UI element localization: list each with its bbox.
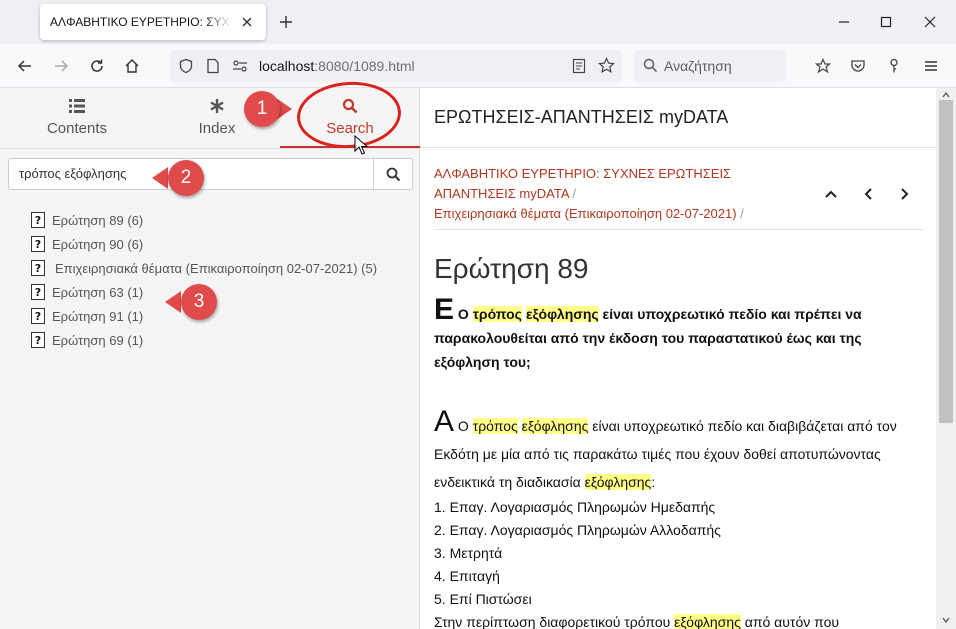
search-result-label: Ερώτηση 90 (6) [52,236,144,252]
search-icon [386,167,400,181]
previous-topic-icon[interactable] [858,184,878,204]
new-tab-icon[interactable] [276,12,296,32]
help-topic-icon: ? [31,308,45,324]
url-host: localhost [259,58,315,74]
answer-text: από αυτόν που [740,614,840,629]
next-topic-icon[interactable] [895,184,915,204]
answer-text: : [651,474,656,490]
close-window-icon[interactable] [920,12,940,32]
close-tab-icon[interactable] [238,13,256,31]
breadcrumb-link[interactable]: ΑΛΦΑΒΗΤΙΚΟ ΕΥΡΕΤΗΡΙΟ: ΣΥΧΝΕΣ ΕΡΩΤΗΣΕΙΣ [434,166,731,181]
help-topic-icon: ? [31,332,45,348]
help-topic-icon: ? [31,212,45,228]
shield-icon[interactable] [178,58,194,79]
breadcrumb-link[interactable]: ΑΠΑΝΤΗΣΕΙΣ myDATA [434,186,569,201]
answer-list-item: 1. Επαγ. Λογαριασμός Πληρωμών Ημεδαπής [434,499,716,515]
search-result[interactable]: ? Επιχειρησιακά θέματα (Επικαιροποίηση 02… [31,256,377,280]
topic-header-title: ΕΡΩΤΗΣΕΙΣ-ΑΠΑΝΤΗΣΕΙΣ myDATA [434,107,729,127]
scroll-down-icon[interactable] [941,615,951,625]
question-text: Ο [454,306,473,322]
browser-tab-bar: ΑΛΦΑΒΗΤΙΚΟ ΕΥΡΕΤΗΡΙΟ: ΣΥΧΝΕΣ ΕΡΩΤΗΣΕΙΣ [0,0,956,44]
url-text[interactable]: localhost:8080/1089.html [259,58,415,74]
help-search-button[interactable] [373,159,412,189]
scroll-up-icon[interactable] [941,90,951,100]
search-result-label: Επιχειρησιακά θέματα (Επικαιροποίηση 02-… [55,260,378,276]
callout-2: 2 [168,160,204,196]
search-result-label: Ερώτηση 91 (1) [52,308,144,324]
forward-icon[interactable] [49,54,73,78]
permissions-icon[interactable] [232,58,248,79]
content-scrollbar[interactable] [936,88,956,629]
breadcrumb: ΑΛΦΑΒΗΤΙΚΟ ΕΥΡΕΤΗΡΙΟ: ΣΥΧΝΕΣ ΕΡΩΤΗΣΕΙΣ Α… [434,164,814,224]
topic-header: ΕΡΩΤΗΣΕΙΣ-ΑΠΑΝΤΗΣΕΙΣ myDATA [420,88,936,148]
breadcrumb-separator: / [572,186,577,201]
home-icon[interactable] [120,54,144,78]
browser-tab[interactable]: ΑΛΦΑΒΗΤΙΚΟ ΕΥΡΕΤΗΡΙΟ: ΣΥΧΝΕΣ ΕΡΩΤΗΣΕΙΣ [40,4,266,40]
bookmark-star-icon[interactable] [598,57,615,79]
url-bar[interactable]: localhost:8080/1089.html [170,50,622,82]
pocket-icon[interactable] [846,54,870,78]
breadcrumb-link[interactable]: Επιχειρησιακά θέματα (Επικαιροποίηση 02-… [434,206,737,221]
reload-icon[interactable] [85,54,109,78]
callout-3: 3 [181,284,217,320]
search-result-label: Ερώτηση 63 (1) [52,284,144,300]
extension-icon[interactable] [882,54,906,78]
search-result[interactable]: ? Ερώτηση 89 (6) [31,208,377,232]
save-to-pocket-icon[interactable] [811,54,835,78]
parent-topic-icon[interactable] [821,184,841,204]
breadcrumb-separator: / [740,206,744,221]
url-path: :8080/1089.html [314,58,415,74]
callout-1: 1 [244,91,280,127]
tab-contents[interactable]: Contents [7,88,147,148]
help-search-input[interactable]: τρόπος εξόφλησης [8,158,413,190]
maximize-icon[interactable] [876,12,896,32]
answer-dropcap: Α [434,405,455,438]
tab-contents-label: Contents [46,120,108,137]
mouse-cursor-icon [354,134,369,160]
topic-content: ΕΡΩΤΗΣΕΙΣ-ΑΠΑΝΤΗΣΕΙΣ myDATA ΑΛΦΑΒΗΤΙΚΟ Ε… [420,88,936,629]
search-icon [643,58,658,78]
answer-list-item: 2. Επαγ. Λογαριασμός Πληρωμών Αλλοδαπής [434,522,721,538]
search-result[interactable]: ? Ερώτηση 90 (6) [31,232,377,256]
answer-list-item: 3. Μετρητά [434,545,503,561]
browser-nav-bar: localhost:8080/1089.html Αναζήτηση [0,44,956,88]
page-icon[interactable] [206,58,220,79]
search-highlight: εξόφλησης [521,418,589,434]
question-paragraph: Ε Ο τρόπος εξόφλησης είναι υποχρεωτικό π… [434,295,924,374]
search-result-label: Ερώτηση 69 (1) [52,332,144,348]
answer-list-item: 4. Επιταγή [434,568,500,584]
answer-text: Ο [454,418,473,434]
breadcrumb-divider [434,229,924,230]
reader-view-icon[interactable] [572,58,586,79]
page-title: Ερώτηση 89 [434,253,589,284]
help-sidebar: Contents Index Search τρόπος εξόφλησης ?… [0,88,420,629]
search-highlight: εξόφλησης [674,614,741,629]
question-dropcap: Ε [434,293,455,326]
browser-search-bar[interactable]: Αναζήτηση [634,50,786,82]
help-topic-icon: ? [31,284,45,300]
list-icon [7,98,147,116]
search-highlight: εξόφλησης [525,306,599,322]
search-highlight: τρόπος [472,418,518,434]
answer-list-item: 5. Επί Πιστώσει [434,591,532,607]
search-results-list: ? Ερώτηση 89 (6) ? Ερώτηση 90 (6) ? Επιχειρ… [31,208,377,352]
minimize-icon[interactable] [834,12,854,32]
search-result[interactable]: ? Ερώτηση 69 (1) [31,328,377,352]
scrollbar-thumb[interactable] [939,100,953,423]
answer-last-line: Στην περίπτωση διαφορετικού τρόπου εξόφλ… [434,611,924,629]
search-result-label: Ερώτηση 89 (6) [52,212,144,228]
search-highlight: εξόφλησης [584,474,652,490]
back-icon[interactable] [13,54,37,78]
help-topic-icon: ? [31,236,45,252]
callout-pointer [165,291,181,313]
callout-pointer [152,167,168,189]
browser-search-placeholder: Αναζήτηση [664,58,732,74]
answer-paragraph: Α Ο τρόπος εξόφλησης είναι υποχρεωτικό π… [434,407,924,629]
browser-tab-title: ΑΛΦΑΒΗΤΙΚΟ ΕΥΡΕΤΗΡΙΟ: ΣΥΧΝΕΣ ΕΡΩΤΗΣΕΙΣ [50,15,232,29]
menu-icon[interactable] [919,54,943,78]
answer-text: Στην περίπτωση διαφορετικού τρόπου [434,614,675,629]
help-search-value: τρόπος εξόφλησης [19,166,127,181]
search-highlight: τρόπος [472,306,522,322]
help-topic-icon: ? [31,260,45,276]
